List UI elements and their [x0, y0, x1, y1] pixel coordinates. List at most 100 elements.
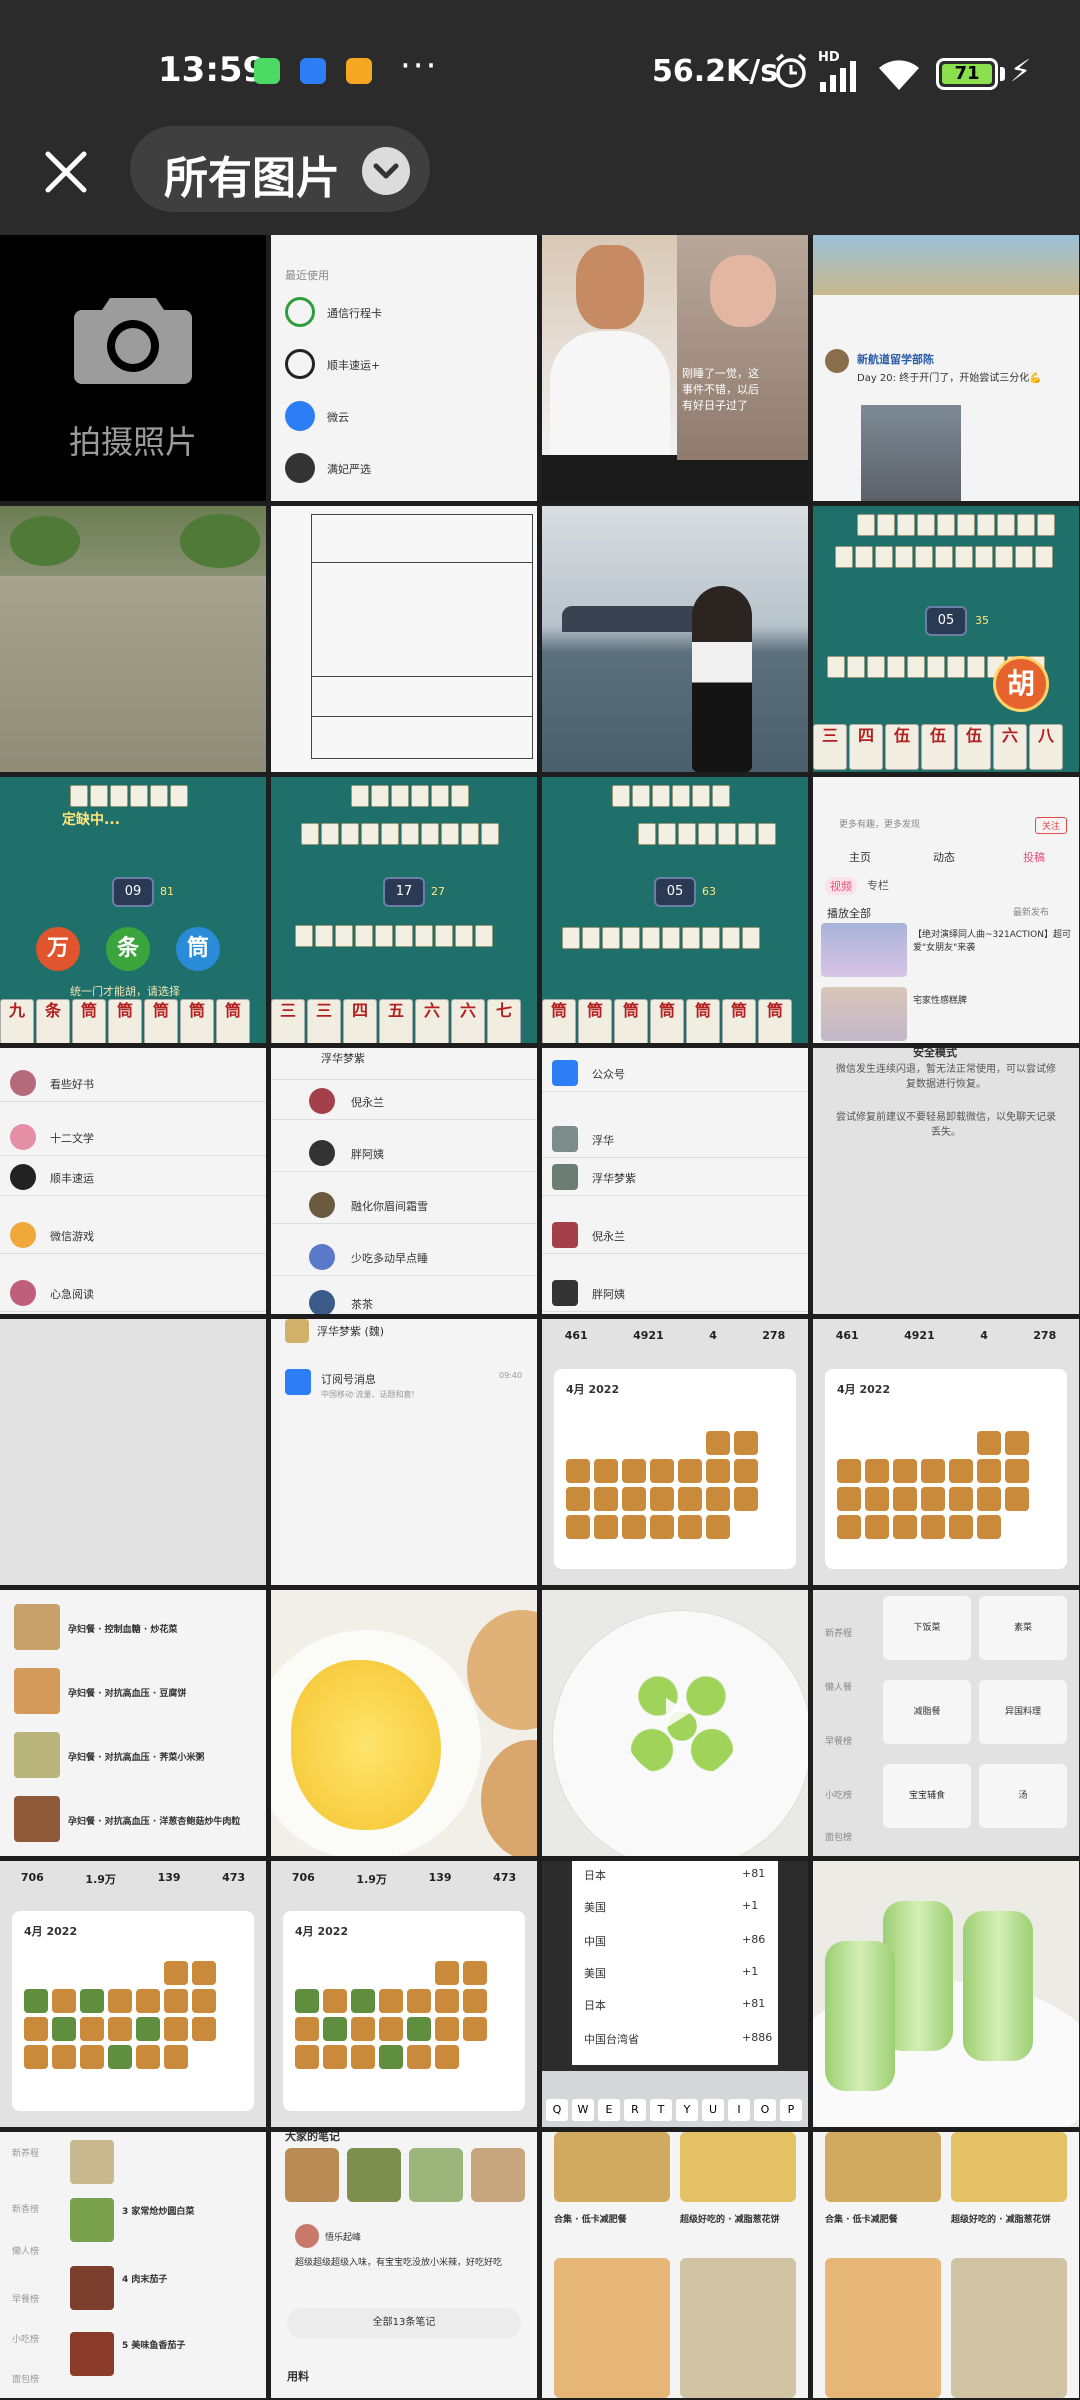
video-thumb — [821, 987, 907, 1041]
hand-tiles: 三三四五六六七 — [271, 999, 521, 1043]
photo-thumbnail[interactable] — [542, 1590, 808, 1856]
contact-row: 顺丰速运 — [0, 1158, 266, 1196]
baby-caption: 刚睡了一觉，这 事件不错，以后 有好日子过了 — [682, 367, 759, 412]
photo-thumbnail[interactable] — [0, 506, 266, 772]
contact-row: 胖阿姨 — [542, 1274, 808, 1312]
food-calendar — [566, 1431, 758, 1539]
photo-thumbnail[interactable] — [542, 506, 808, 772]
take-photo-tile[interactable]: 拍摄照片 — [0, 235, 266, 501]
hand-tiles: 九条筒筒筒筒筒 — [0, 999, 250, 1043]
form-table — [311, 514, 533, 759]
mahjong-tiles — [351, 785, 469, 807]
status-time: 13:59 — [158, 50, 267, 90]
photo-thumbnail[interactable]: 新养程 懒人餐 早餐榜 小吃榜 面包榜 下饭菜 素菜 减脂餐 异国料理 宝宝辅食… — [813, 1590, 1079, 1856]
meal-photo — [951, 2132, 1067, 2202]
video-thumb — [821, 923, 907, 977]
meal-title: 超级好吃的 · 减脂葱花饼 — [680, 2215, 780, 2225]
category-side: 新香榜 — [12, 2205, 40, 2215]
food-calendar — [24, 1961, 216, 2069]
category-tile: 宝宝辅食 — [883, 1764, 971, 1828]
meal-title: 超级好吃的 · 减脂葱花饼 — [951, 2215, 1051, 2225]
share-item-icon — [285, 297, 315, 327]
profile-stats: 706 1.9万 139 473 — [291, 1871, 517, 1886]
play-all: 播放全部 — [827, 907, 871, 920]
turn-timer: 05 — [654, 877, 696, 907]
photo-thumbnail[interactable] — [271, 1590, 537, 1856]
photo-thumbnail[interactable] — [271, 506, 537, 772]
video-title: 【绝对演绎同人曲~321ACTION】超可爱"女朋友"来袭 — [913, 930, 1071, 953]
form-row-divider — [311, 716, 533, 717]
photo-thumbnail[interactable]: 孕妇餐 · 控制血糖 · 炒花菜 孕妇餐 · 对抗高血压 · 豆腐饼 孕妇餐 ·… — [0, 1590, 266, 1856]
category-side: 懒人榜 — [12, 2247, 40, 2257]
profile-stats: 461 4921 4 278 — [564, 1329, 786, 1342]
chat-preview: 中国移动·流量、话题和套! — [321, 1390, 415, 1399]
category-side: 懒人餐 — [825, 1683, 853, 1693]
battery-indicator: 71 — [936, 58, 998, 90]
sf-express-icon — [285, 349, 315, 379]
close-icon[interactable] — [36, 142, 96, 202]
photo-thumbnail[interactable]: 706 1.9万 139 473 4月 2022 — [0, 1861, 266, 2127]
contact-row: 公众号 — [542, 1054, 808, 1092]
photo-thumbnail[interactable]: 05 63 筒筒筒筒筒筒筒 — [542, 777, 808, 1043]
photo-thumbnail[interactable] — [813, 1861, 1079, 2127]
photo-thumbnail[interactable]: 公众号 浮华 浮华梦紫 倪永兰 胖阿姨 — [542, 1048, 808, 1314]
recipe-title: 孕妇餐 · 对抗高血压 · 豆腐饼 — [68, 1689, 187, 1699]
more-notifications-icon: ··· — [400, 46, 439, 86]
video-title: 宅家性感糕脾 — [913, 996, 968, 1006]
tree-left — [10, 516, 80, 566]
photo-thumbnail[interactable]: 合集 · 低卡减肥餐 超级好吃的 · 减脂葱花饼 — [542, 2132, 808, 2398]
photo-thumbnail[interactable]: 新航道留学部陈 Day 20: 终于开门了，开始尝试三分化💪 — [813, 235, 1079, 501]
recipe-title: 孕妇餐 · 对抗高血压 · 洋葱杏鲍菇炒牛肉粒 — [68, 1817, 241, 1827]
photo-thumbnail[interactable]: 合集 · 低卡减肥餐 超级好吃的 · 减脂葱花饼 — [813, 2132, 1079, 2398]
chevron-down-icon — [362, 147, 410, 195]
tiao-button: 条 — [106, 927, 150, 971]
post-author: 新航道留学部陈 — [857, 353, 934, 366]
photo-thumbnail[interactable]: 日本 +81 美国 +1 中国 +86 美国 +1 日本 +81 中国台湾省 +886 Q … — [542, 1861, 808, 2127]
photo-thumbnail[interactable] — [0, 1319, 266, 1585]
note-photo — [471, 2148, 525, 2202]
contact-row: 倪永兰 — [542, 1216, 808, 1254]
hand-tiles: 筒筒筒筒筒筒筒 — [542, 999, 792, 1043]
form-row-divider — [311, 676, 533, 677]
recipe-thumb — [14, 1668, 60, 1714]
hand-tiles: 三四伍伍伍六八 — [813, 724, 1063, 770]
photo-thumbnail[interactable]: 浮华梦紫 倪永兰 胖阿姨 融化你眉间霜雪 少吃多动早点睡 茶茶 — [271, 1048, 537, 1314]
photo-thumbnail[interactable]: 461 4921 4 278 4月 2022 — [542, 1319, 808, 1585]
album-selector-button[interactable]: 所有图片 — [130, 126, 430, 212]
photo-thumbnail[interactable]: 刚睡了一觉，这 事件不错，以后 有好日子过了 — [542, 235, 808, 501]
camera-icon — [74, 298, 192, 384]
contact-row: 看些好书 — [0, 1064, 266, 1102]
picker-header: 所有图片 — [0, 120, 1080, 235]
photo-thumbnail[interactable]: 706 1.9万 139 473 4月 2022 — [271, 1861, 537, 2127]
photo-thumbnail[interactable]: 461 4921 4 278 4月 2022 — [813, 1319, 1079, 1585]
album-title: 所有图片 — [164, 153, 340, 204]
recipe-rank: 4 肉末茄子 — [122, 2275, 168, 2285]
photo-thumbnail[interactable]: 定缺中... 09 81 万 条 筒 统一门才能胡，请选择 九条筒筒筒筒筒 — [0, 777, 266, 1043]
profile-stats: 461 4921 4 278 — [835, 1329, 1057, 1342]
chat-name: 浮华梦紫 (魏) — [317, 1325, 385, 1338]
photo-thumbnail[interactable]: 最近使用 通信行程卡 顺丰速运+ 微云 满妃严选 — [271, 235, 537, 501]
contact-row: 浮华梦紫 — [542, 1158, 808, 1196]
photo-thumbnail[interactable]: 看些好书 十二文学 顺丰速运 微信游戏 心急阅读 — [0, 1048, 266, 1314]
photo-thumbnail[interactable]: 17 27 三三四五六六七 — [271, 777, 537, 1043]
photo-thumbnail[interactable]: 浮华梦紫 (魏) 订阅号消息 中国移动·流量、话题和套! 09:40 — [271, 1319, 537, 1585]
country-list: 日本 +81 美国 +1 中国 +86 美国 +1 日本 +81 中国台湾省 +886 — [572, 1861, 778, 2065]
wan-button: 万 — [36, 927, 80, 971]
meal-photo — [825, 2132, 941, 2202]
recipe-thumb — [14, 1796, 60, 1842]
hint-text: 统一门才能胡，请选择 — [70, 985, 180, 998]
photo-thumbnail[interactable]: 安全模式 微信发生连续闪退，暂无法正常使用，可以尝试修复数据进行恢复。 尝试修复… — [813, 1048, 1079, 1314]
repair-text: 微信发生连续闪退，暂无法正常使用，可以尝试修复数据进行恢复。 — [836, 1064, 1056, 1090]
signal-icon — [820, 61, 856, 92]
photo-thumbnail[interactable]: 大家的笔记 悟乐起峰 超级超级超级入味，有宝宝吃没放小米辣，好吃好吃 全部13条… — [271, 2132, 537, 2398]
photo-thumbnail[interactable]: 新养程 新香榜 懒人榜 早餐榜 小吃榜 面包榜 3 家常炝炒圆白菜 4 肉末茄子… — [0, 2132, 266, 2398]
bird-app-icon — [300, 58, 326, 84]
mahjong-tiles — [835, 546, 1053, 568]
repair-title: 安全模式 — [913, 1048, 957, 1059]
calendar-month: 4月 2022 — [295, 1925, 349, 1938]
photo-thumbnail[interactable]: 05 35 胡 三四伍伍伍六八 — [813, 506, 1079, 772]
meal-photo — [554, 2258, 670, 2398]
chat-name: 订阅号消息 — [321, 1373, 376, 1386]
notes-header: 大家的笔记 — [285, 2132, 340, 2143]
photo-thumbnail[interactable]: 更多有趣，更多发现 关注 主页 动态 投稿 视频 专栏 播放全部 最新发布 【绝… — [813, 777, 1079, 1043]
